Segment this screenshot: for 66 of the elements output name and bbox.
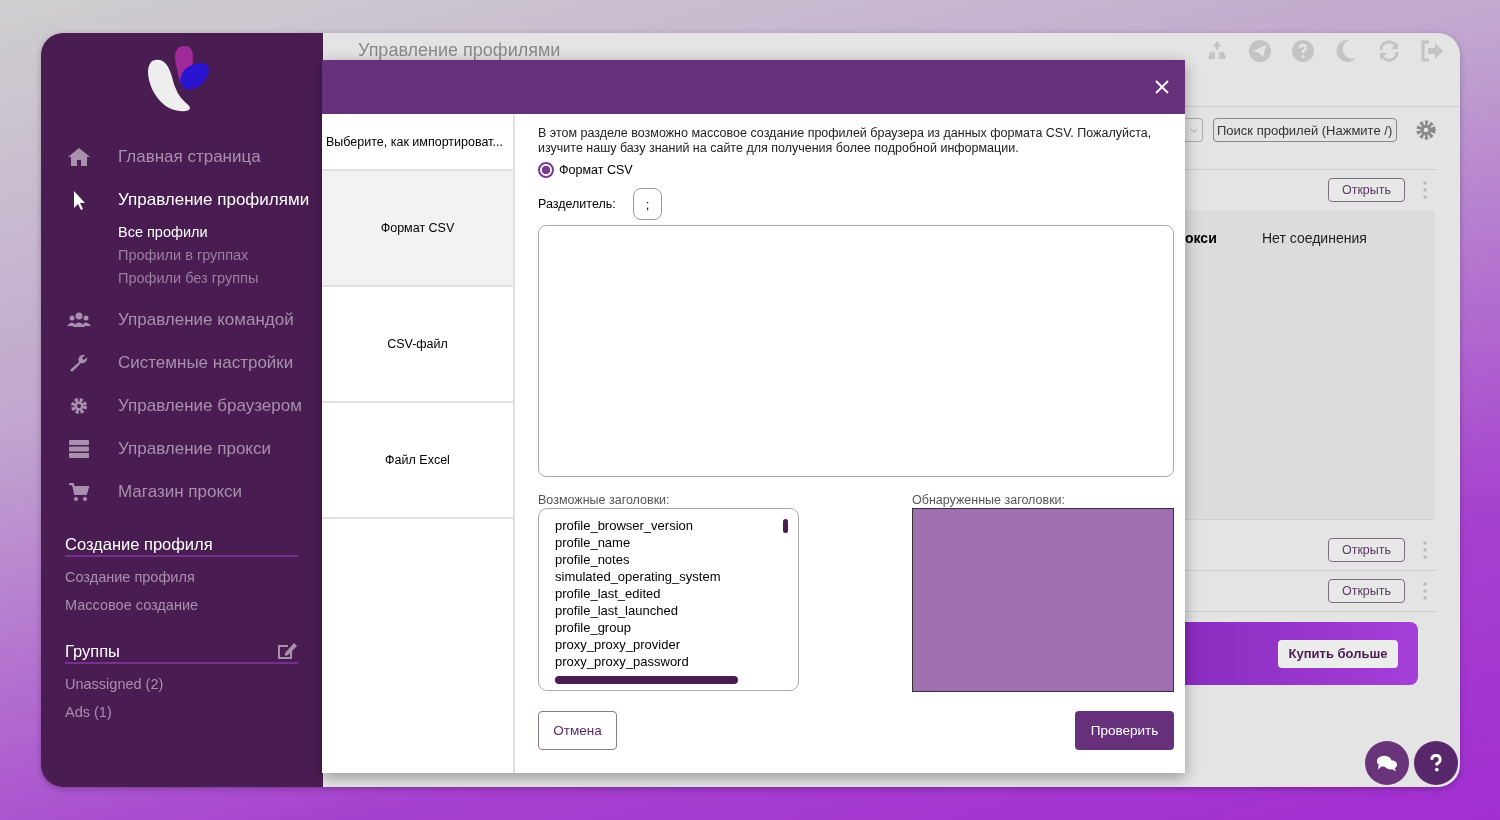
group-link[interactable]: Ads (1) <box>65 698 298 726</box>
refresh-icon[interactable] <box>1377 39 1401 63</box>
cart-icon <box>67 481 91 502</box>
logout-icon[interactable] <box>1420 39 1444 63</box>
section-title: Группы <box>65 641 120 661</box>
nav-item[interactable]: Магазин прокси <box>41 470 323 513</box>
header-item: profile_last_launched <box>555 602 679 619</box>
chat-button[interactable] <box>1365 741 1409 785</box>
description-text: В этом разделе возможно массовое создание профилей браузера из данных формата CSV. Пожалуйста, изучите нашу базу знаний на сайте для получения более подробной информации. <box>538 126 1153 156</box>
settings-icon[interactable] <box>1415 119 1437 141</box>
open-button[interactable]: Открыть <box>1328 579 1405 603</box>
header-item: simulated_operating_system <box>555 568 722 585</box>
close-icon <box>1155 80 1169 94</box>
detail-label: окси <box>1185 230 1218 246</box>
nav-subitem[interactable]: Профили в группах <box>118 244 323 267</box>
separator-field[interactable]: ; <box>633 188 662 220</box>
nav-item[interactable]: Управление командой <box>41 298 323 341</box>
search-field[interactable]: Поиск профилей (Нажмите /) <box>1213 118 1397 142</box>
more-icon[interactable] <box>1423 181 1427 199</box>
header-item: profile_notes <box>555 551 631 568</box>
help-button[interactable] <box>1414 741 1458 785</box>
more-icon[interactable] <box>1423 541 1427 559</box>
nav-item[interactable]: Управление профилями <box>41 178 323 221</box>
group-link[interactable]: Unassigned (2) <box>65 670 298 698</box>
radio-label: Формат CSV <box>559 163 633 177</box>
cancel-button[interactable]: Отмена <box>538 711 617 750</box>
nav-item[interactable]: Управление браузером <box>41 384 323 427</box>
import-tab[interactable]: Файл Excel <box>322 403 513 519</box>
separator-label: Разделитель: <box>538 197 617 211</box>
nav-subitem[interactable]: Все профили <box>118 221 323 244</box>
chat-icon <box>1376 753 1398 773</box>
buy-more-button[interactable]: Купить больше <box>1278 639 1398 668</box>
header-item: profile_name <box>555 534 632 551</box>
csv-input[interactable] <box>538 225 1174 477</box>
help-icon[interactable] <box>1291 39 1315 63</box>
detail-value: Нет соединения <box>1262 230 1367 246</box>
server-icon <box>67 438 91 459</box>
radio-button[interactable] <box>538 162 554 178</box>
sidebar-link[interactable]: Создание профиля <box>65 563 298 591</box>
nav-item[interactable]: Управление прокси <box>41 427 323 470</box>
scrollbar-thumb[interactable] <box>783 519 788 533</box>
edit-icon[interactable] <box>276 641 298 661</box>
section-title: Создание профиля <box>65 535 213 554</box>
import-tab[interactable]: Формат CSV <box>322 171 513 287</box>
import-tab[interactable]: CSV-файл <box>322 287 513 403</box>
send-icon[interactable] <box>1248 39 1272 63</box>
open-button[interactable]: Открыть <box>1328 538 1405 562</box>
page-title: Управление профилями <box>358 41 561 60</box>
verify-button[interactable]: Проверить <box>1075 711 1174 750</box>
moon-icon[interactable] <box>1334 39 1358 63</box>
more-icon[interactable] <box>1423 582 1427 600</box>
nav-item[interactable]: Системные настройки <box>41 341 323 384</box>
home-icon <box>67 146 91 167</box>
scrollbar-thumb[interactable] <box>555 676 738 684</box>
header-item: proxy_proxy_password <box>555 653 690 670</box>
headers-label: Возможные заголовки: <box>538 493 671 507</box>
header-item: profile_last_edited <box>555 585 662 602</box>
header-item: profile_browser_version <box>555 517 694 534</box>
header-item: proxy_proxy_provider <box>555 636 681 653</box>
nav-subitem[interactable]: Профили без группы <box>118 267 323 290</box>
headers-label: Обнаруженные заголовки: <box>912 493 1067 507</box>
nav-item[interactable]: Главная страница <box>41 135 323 178</box>
header-item: profile_group <box>555 619 632 636</box>
chevron-icon <box>1189 127 1198 133</box>
sidebar-link[interactable]: Массовое создание <box>65 591 298 619</box>
open-button[interactable]: Открыть <box>1328 178 1405 202</box>
